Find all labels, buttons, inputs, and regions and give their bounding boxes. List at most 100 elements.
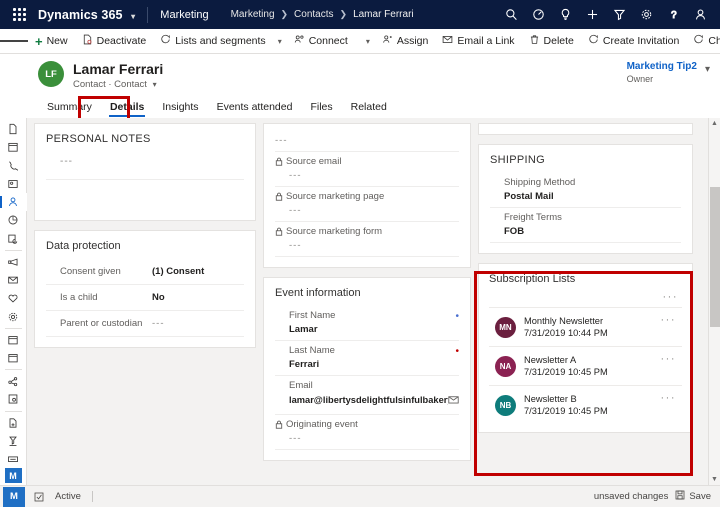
- tab-insights[interactable]: Insights: [153, 98, 207, 119]
- plus-icon[interactable]: [579, 0, 606, 29]
- assign-label: Assign: [396, 35, 429, 47]
- sidebar-item-envelope[interactable]: [0, 271, 27, 289]
- brand-label: Dynamics 365: [38, 7, 123, 22]
- account-icon[interactable]: [687, 0, 714, 29]
- list-item-overflow-button[interactable]: ···: [661, 392, 677, 404]
- sidebar-item-file[interactable]: [0, 120, 27, 138]
- connect-chevron-down-icon[interactable]: ▾: [361, 29, 375, 54]
- lightbulb-icon[interactable]: [552, 0, 579, 29]
- tab-summary[interactable]: Summary: [38, 98, 101, 119]
- sidebar-item-megaphone[interactable]: [0, 253, 27, 271]
- first-name-value: Lamar: [289, 324, 318, 335]
- field-shipping-method[interactable]: Shipping Method Postal Mail: [490, 173, 681, 208]
- sidebar-item-document-add[interactable]: [0, 413, 27, 431]
- sidebar-item-pie-chart[interactable]: [0, 211, 27, 229]
- sidebar-item-calendar-blank[interactable]: [0, 349, 27, 367]
- tab-related[interactable]: Related: [342, 98, 396, 119]
- change-password-button[interactable]: Change Password: [686, 29, 720, 54]
- field-last-name[interactable]: Last Name Ferrari •: [275, 341, 459, 376]
- record-header: LF Lamar Ferrari Contact · Contact ▾ Mar…: [0, 54, 720, 123]
- list-item-overflow-button[interactable]: ···: [661, 353, 677, 365]
- record-identity: Lamar Ferrari Contact · Contact ▾: [73, 61, 163, 90]
- field-freight-terms[interactable]: Freight Terms FOB: [490, 208, 681, 243]
- field-first-name[interactable]: First Name Lamar •: [275, 306, 459, 341]
- scrollbar-track[interactable]: [709, 129, 720, 474]
- deactivate-button[interactable]: Deactivate: [75, 29, 154, 54]
- field-originating-event[interactable]: Originating event ---: [275, 415, 459, 450]
- speedometer-icon[interactable]: [525, 0, 552, 29]
- source-marketing-form-label: Source marketing form: [286, 226, 383, 237]
- gear-icon[interactable]: [633, 0, 660, 29]
- record-subtitle[interactable]: Contact · Contact ▾: [73, 79, 163, 90]
- scroll-down-arrow-icon[interactable]: ▼: [711, 474, 718, 485]
- sidebar-item-heart[interactable]: [0, 289, 27, 307]
- lists-chevron-down-icon[interactable]: ▾: [273, 29, 287, 54]
- required-indicator-icon: •: [455, 346, 459, 357]
- list-item[interactable]: NA Newsletter A 7/31/2019 10:45 PM ···: [489, 346, 682, 385]
- sidebar-item-share[interactable]: [0, 372, 27, 390]
- assign-button[interactable]: Assign: [375, 29, 436, 54]
- scrollbar-thumb[interactable]: [709, 187, 720, 327]
- sidebar-item-contact-card[interactable]: [0, 175, 27, 193]
- scroll-up-arrow-icon[interactable]: ▲: [711, 118, 718, 129]
- sidebar-item-document-search[interactable]: [0, 390, 27, 408]
- page-scrollbar[interactable]: ▲ ▼: [708, 118, 720, 485]
- new-button[interactable]: + New: [28, 29, 75, 54]
- dynamics365-contact-details-window: Dynamics 365 ▾ Marketing Marketing ❯ Con…: [0, 0, 720, 507]
- field-source-marketing-form[interactable]: Source marketing form ---: [275, 222, 459, 257]
- sidebar-item-keyboard[interactable]: [0, 450, 27, 468]
- sidebar-item-phone[interactable]: [0, 157, 27, 175]
- lists-and-segments-button[interactable]: Lists and segments: [153, 29, 272, 54]
- personal-notes-body[interactable]: ---: [46, 152, 244, 210]
- hamburger-menu-icon[interactable]: [0, 29, 28, 54]
- sidebar-item-funnel-person[interactable]: [0, 432, 27, 450]
- list-item-overflow-button[interactable]: ···: [661, 314, 677, 326]
- chevron-down-icon[interactable]: ▾: [705, 64, 710, 75]
- breadcrumb-item-2[interactable]: Lamar Ferrari: [353, 9, 414, 20]
- owner-name[interactable]: Marketing Tip2: [627, 61, 697, 72]
- create-invitation-button[interactable]: Create Invitation: [581, 29, 686, 54]
- sidebar-item-contacts[interactable]: [0, 193, 27, 212]
- brand-title[interactable]: Dynamics 365 ▾: [38, 8, 135, 22]
- sidebar-item-settings[interactable]: [0, 308, 27, 326]
- help-icon[interactable]: ?: [660, 0, 687, 29]
- tab-files[interactable]: Files: [301, 98, 341, 119]
- list-item[interactable]: NB Newsletter B 7/31/2019 10:45 PM ···: [489, 385, 682, 424]
- taskbar-app-logo[interactable]: M: [3, 486, 25, 507]
- field-source-marketing-page[interactable]: Source marketing page ---: [275, 187, 459, 222]
- field-source-top[interactable]: ---: [275, 128, 459, 152]
- waffle-menu-icon[interactable]: [6, 8, 32, 21]
- field-parent-or-custodian[interactable]: Parent or custodian ---: [46, 311, 244, 337]
- email-a-link-button[interactable]: Email a Link: [435, 29, 521, 54]
- sidebar-item-calendar-event[interactable]: [0, 331, 27, 349]
- owner-values: Marketing Tip2 Owner: [627, 61, 697, 84]
- save-button[interactable]: Save: [675, 490, 711, 503]
- deactivate-label: Deactivate: [96, 35, 147, 47]
- field-email[interactable]: Email lamar@libertysdelightfulsinfulbake…: [275, 376, 459, 415]
- subscription-lists-overflow-button[interactable]: ···: [489, 285, 682, 307]
- delete-button[interactable]: Delete: [522, 29, 581, 54]
- envelope-icon[interactable]: [448, 391, 459, 409]
- chevron-down-icon[interactable]: ▾: [131, 12, 135, 21]
- tab-events-attended[interactable]: Events attended: [208, 98, 302, 119]
- filter-icon[interactable]: [606, 0, 633, 29]
- field-is-a-child[interactable]: Is a child No: [46, 285, 244, 311]
- field-consent-given[interactable]: Consent given (1) Consent: [46, 259, 244, 285]
- connect-button[interactable]: Connect: [287, 29, 355, 54]
- search-icon[interactable]: [498, 0, 525, 29]
- chevron-down-icon[interactable]: ▾: [153, 80, 157, 89]
- password-icon: [693, 34, 704, 48]
- refresh-icon[interactable]: [34, 492, 44, 502]
- originating-event-label: Originating event: [286, 419, 358, 430]
- breadcrumb-item-1[interactable]: Contacts: [294, 9, 333, 20]
- list-item[interactable]: MN Monthly Newsletter 7/31/2019 10:44 PM…: [489, 307, 682, 346]
- partial-card-top: [478, 123, 693, 135]
- lock-icon: [275, 192, 283, 201]
- tab-details[interactable]: Details: [101, 98, 153, 119]
- sidebar-item-calendar[interactable]: [0, 138, 27, 156]
- sidebar-item-segment[interactable]: [0, 230, 27, 248]
- required-indicator-icon: •: [455, 311, 459, 322]
- breadcrumb-item-0[interactable]: Marketing: [231, 9, 275, 20]
- field-source-email[interactable]: Source email ---: [275, 152, 459, 187]
- app-name[interactable]: Marketing: [160, 9, 208, 21]
